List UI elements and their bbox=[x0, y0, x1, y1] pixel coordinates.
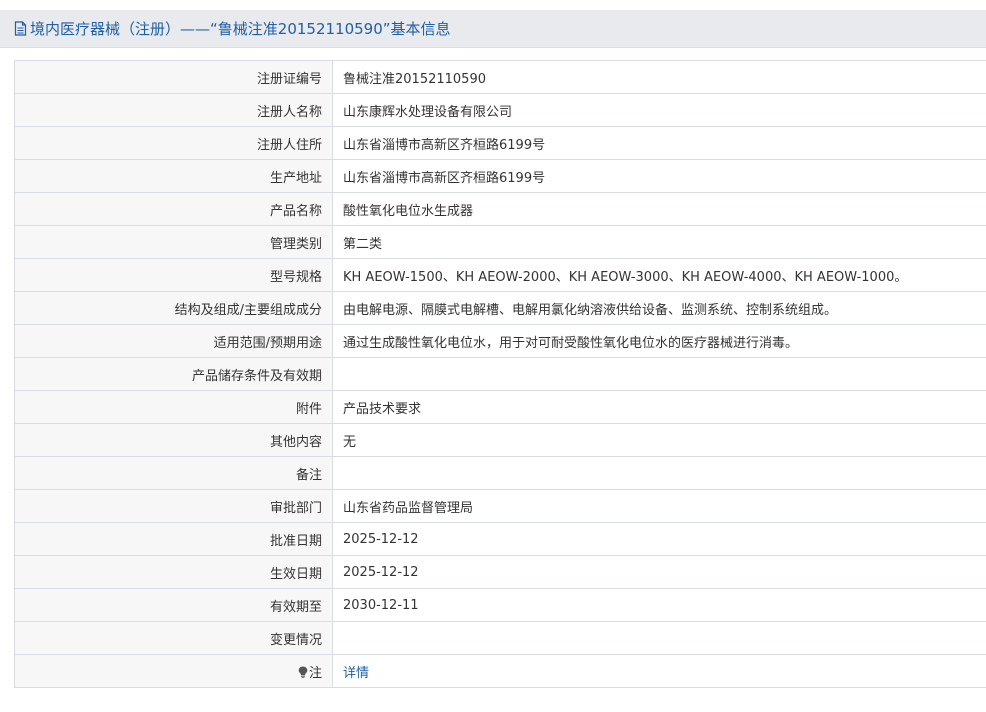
table-row: 生效日期 2025-12-12 bbox=[14, 555, 986, 589]
table-row: 型号规格 KH AEOW-1500、KH AEOW-2000、KH AEOW-30… bbox=[14, 258, 986, 292]
field-label: 产品储存条件及有效期 bbox=[14, 357, 333, 391]
field-value: 通过生成酸性氧化电位水，用于对可耐受酸性氧化电位水的医疗器械进行消毒。 bbox=[332, 324, 986, 358]
field-label: 注册人名称 bbox=[14, 93, 333, 127]
field-value: 无 bbox=[332, 423, 986, 457]
field-value: 山东康辉水处理设备有限公司 bbox=[332, 93, 986, 127]
field-label: 变更情况 bbox=[14, 621, 333, 655]
top-gap bbox=[0, 0, 986, 10]
field-value: KH AEOW-1500、KH AEOW-2000、KH AEOW-3000、K… bbox=[332, 258, 986, 292]
field-label: 注册证编号 bbox=[14, 60, 333, 94]
table-row: 产品储存条件及有效期 bbox=[14, 357, 986, 391]
table-row: 注册人住所 山东省淄博市高新区齐桓路6199号 bbox=[14, 126, 986, 160]
field-value: 2025-12-12 bbox=[332, 555, 986, 589]
field-value: 第二类 bbox=[332, 225, 986, 259]
field-label: 备注 bbox=[14, 456, 333, 490]
document-icon bbox=[14, 21, 27, 36]
table-row: 注册人名称 山东康辉水处理设备有限公司 bbox=[14, 93, 986, 127]
field-value: 山东省药品监督管理局 bbox=[332, 489, 986, 523]
field-label: 产品名称 bbox=[14, 192, 333, 226]
field-value bbox=[332, 357, 986, 391]
lightbulb-icon bbox=[298, 666, 308, 678]
field-value: 山东省淄博市高新区齐桓路6199号 bbox=[332, 126, 986, 160]
field-label: 生产地址 bbox=[14, 159, 333, 193]
table-row: 有效期至 2030-12-11 bbox=[14, 588, 986, 622]
field-label: 注册人住所 bbox=[14, 126, 333, 160]
field-label: 生效日期 bbox=[14, 555, 333, 589]
field-label: 管理类别 bbox=[14, 225, 333, 259]
page-header: 境内医疗器械（注册）——“鲁械注准20152110590”基本信息 bbox=[0, 10, 986, 48]
table-row: 生产地址 山东省淄博市高新区齐桓路6199号 bbox=[14, 159, 986, 193]
field-value: 产品技术要求 bbox=[332, 390, 986, 424]
table-row: 审批部门 山东省药品监督管理局 bbox=[14, 489, 986, 523]
field-value: 由电解电源、隔膜式电解槽、电解用氯化纳溶液供给设备、监测系统、控制系统组成。 bbox=[332, 291, 986, 325]
table-row: 变更情况 bbox=[14, 621, 986, 655]
table-row: 结构及组成/主要组成成分 由电解电源、隔膜式电解槽、电解用氯化纳溶液供给设备、监测… bbox=[14, 291, 986, 325]
note-row: 注 详情 bbox=[14, 654, 986, 688]
field-label: 其他内容 bbox=[14, 423, 333, 457]
field-value: 鲁械注准20152110590 bbox=[332, 60, 986, 94]
field-value bbox=[332, 456, 986, 490]
field-label: 附件 bbox=[14, 390, 333, 424]
table-row: 批准日期 2025-12-12 bbox=[14, 522, 986, 556]
table-row: 备注 bbox=[14, 456, 986, 490]
table-row: 适用范围/预期用途 通过生成酸性氧化电位水，用于对可耐受酸性氧化电位水的医疗器械进… bbox=[14, 324, 986, 358]
table-row: 附件 产品技术要求 bbox=[14, 390, 986, 424]
details-link[interactable]: 详情 bbox=[343, 666, 369, 681]
page-title: 境内医疗器械（注册）——“鲁械注准20152110590”基本信息 bbox=[30, 20, 451, 38]
note-label: 注 bbox=[308, 665, 322, 681]
info-table: 注册证编号 鲁械注准20152110590 注册人名称 山东康辉水处理设备有限公司 注册… bbox=[14, 60, 986, 688]
field-label: 适用范围/预期用途 bbox=[14, 324, 333, 358]
note-label-cell: 注 bbox=[14, 654, 333, 688]
field-label: 结构及组成/主要组成成分 bbox=[14, 291, 333, 325]
field-value bbox=[332, 621, 986, 655]
field-label: 批准日期 bbox=[14, 522, 333, 556]
field-value: 2025-12-12 bbox=[332, 522, 986, 556]
field-value: 山东省淄博市高新区齐桓路6199号 bbox=[332, 159, 986, 193]
table-row: 注册证编号 鲁械注准20152110590 bbox=[14, 60, 986, 94]
table-row: 管理类别 第二类 bbox=[14, 225, 986, 259]
table-row: 产品名称 酸性氧化电位水生成器 bbox=[14, 192, 986, 226]
table-row: 其他内容无 bbox=[14, 423, 986, 457]
field-label: 审批部门 bbox=[14, 489, 333, 523]
field-label: 有效期至 bbox=[14, 588, 333, 622]
field-value: 酸性氧化电位水生成器 bbox=[332, 192, 986, 226]
field-value: 2030-12-11 bbox=[332, 588, 986, 622]
field-label: 型号规格 bbox=[14, 258, 333, 292]
note-value-cell: 详情 bbox=[332, 654, 986, 688]
